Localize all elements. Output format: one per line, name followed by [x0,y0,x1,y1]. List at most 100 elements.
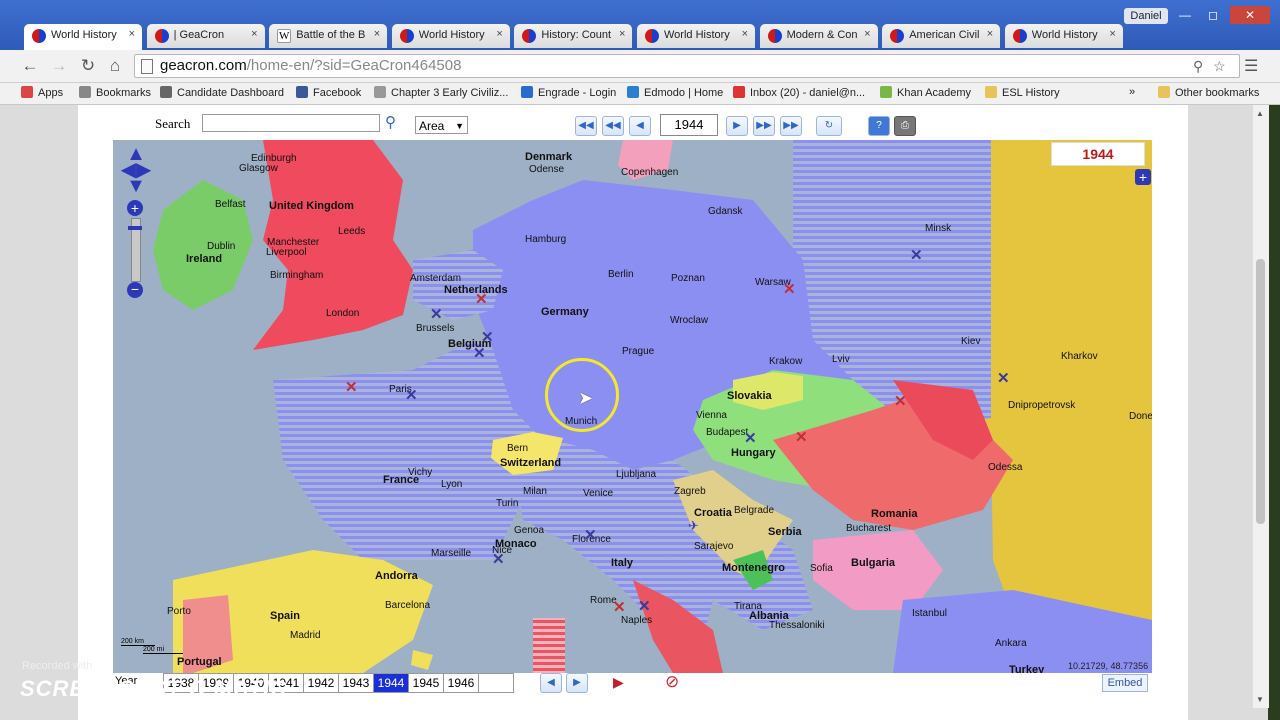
city-label[interactable]: Prague [622,346,654,357]
play-icon[interactable]: ▶ [613,674,624,691]
zoom-in-icon[interactable]: + [127,200,143,216]
last-year-button[interactable]: ▶▶ [780,116,802,136]
more-bookmarks-button[interactable]: » [1129,86,1135,98]
area-select[interactable]: Area ▼ [415,116,468,134]
browser-tab[interactable]: World History × [1004,24,1123,48]
bookmark-item[interactable]: Facebook [296,86,361,99]
city-label[interactable]: Budapest [706,427,748,438]
timeline-prev-icon[interactable]: ◀ [540,673,562,693]
reload-icon[interactable]: ↻ [77,56,99,76]
tab-close-icon[interactable]: × [742,28,748,40]
country-label[interactable]: Portugal [177,656,222,668]
city-label[interactable]: Madrid [290,630,321,641]
timeline-year[interactable]: 1945 [408,673,444,693]
close-window-button[interactable]: ✕ [1230,6,1270,24]
timeline-next-icon[interactable]: ▶ [566,673,588,693]
bookmark-item[interactable]: Khan Academy [880,86,971,99]
bookmark-item[interactable]: Apps [21,86,63,99]
tab-close-icon[interactable]: × [251,28,257,40]
scroll-up-icon[interactable]: ▲ [1256,109,1264,118]
city-label[interactable]: Barcelona [385,600,430,611]
city-label[interactable]: Wroclaw [670,315,708,326]
country-label[interactable]: Spain [270,610,300,622]
city-label[interactable]: Amsterdam [410,273,461,284]
timeline-year[interactable]: 1944 [373,673,409,693]
battle-marker[interactable]: ✕ [638,597,651,615]
country-label[interactable]: Italy [611,557,633,569]
city-label[interactable]: Tirana [734,601,762,612]
timeline-year[interactable]: 1943 [338,673,374,693]
city-label[interactable]: Birmingham [270,270,323,281]
star-icon[interactable]: ☆ [1213,55,1226,77]
city-label[interactable]: Poznan [671,273,705,284]
browser-tab[interactable]: World History × [24,24,142,50]
city-label[interactable]: Copenhagen [621,167,678,178]
city-label[interactable]: Kharkov [1061,351,1098,362]
chrome-menu-icon[interactable]: ☰ [1244,56,1258,76]
bookmark-item[interactable]: Engrade - Login [521,86,616,99]
country-label[interactable]: Romania [871,508,917,520]
first-year-button[interactable]: ◀◀ [575,116,597,136]
city-label[interactable]: Dublin [207,241,235,252]
city-label[interactable]: Liverpool [266,247,307,258]
city-label[interactable]: Thessaloniki [769,620,825,631]
timeline-year[interactable]: 1946 [443,673,479,693]
timeline-year[interactable]: 1942 [303,673,339,693]
country-label[interactable]: Bulgaria [851,557,895,569]
print-icon[interactable]: ⎙ [894,116,916,136]
battle-marker[interactable]: ✕ [475,290,488,308]
forward-arrow-icon[interactable]: → [48,56,70,76]
airplane-icon[interactable]: ✈ [688,518,699,534]
pan-arrows-icon[interactable]: ▲ ◀▶ ▼ [119,144,153,196]
page-scrollbar[interactable]: ▲ ▼ [1252,105,1269,708]
bookmark-item[interactable]: Bookmarks [79,86,151,99]
country-label[interactable]: Serbia [768,526,802,538]
city-label[interactable]: Odessa [988,462,1022,473]
year-input[interactable]: 1944 [660,114,718,136]
scrollbar-thumb[interactable] [1256,259,1265,524]
battle-marker[interactable]: ✕ [910,246,923,264]
battle-marker[interactable]: ✕ [783,280,796,298]
country-label[interactable]: Croatia [694,507,732,519]
other-bookmarks[interactable]: Other bookmarks [1158,86,1259,99]
country-label[interactable]: Andorra [375,570,418,582]
city-label[interactable]: Glasgow [239,163,278,174]
expand-icon[interactable]: + [1135,169,1151,185]
city-label[interactable]: Vienna [696,410,727,421]
tab-close-icon[interactable]: × [496,28,502,40]
battle-marker[interactable]: ✕ [345,378,358,396]
city-label[interactable]: Ljubljana [616,469,656,480]
tab-close-icon[interactable]: × [619,28,625,40]
bookmark-item[interactable]: Candidate Dashboard [160,86,284,99]
minimize-button[interactable]: — [1172,6,1198,24]
battle-marker[interactable]: ✕ [997,369,1010,387]
tab-close-icon[interactable]: × [864,28,870,40]
country-label[interactable]: Turkey [1009,664,1044,673]
zoom-slider[interactable]: + − [126,200,144,300]
prev-year-button[interactable]: ◀ [629,116,651,136]
city-label[interactable]: Belfast [215,199,246,210]
browser-tab[interactable]: Battle of the B × [269,24,388,48]
country-label[interactable]: United Kingdom [269,200,354,212]
city-label[interactable]: Sarajevo [694,541,733,552]
city-label[interactable]: Kiev [961,336,980,347]
scroll-down-icon[interactable]: ▼ [1256,695,1264,704]
country-label[interactable]: Ireland [186,253,222,265]
browser-tab[interactable]: Modern & Con × [759,24,878,48]
city-label[interactable]: Sofia [810,563,833,574]
country-label[interactable]: Montenegro [722,562,785,574]
city-label[interactable]: London [326,308,359,319]
bookmark-item[interactable]: Inbox (20) - daniel@n... [733,86,865,99]
embed-button[interactable]: Embed [1102,674,1148,692]
help-icon[interactable]: ? [868,116,890,136]
city-label[interactable]: Naples [621,615,652,626]
browser-tab[interactable]: World History × [391,24,510,48]
city-label[interactable]: Venice [583,488,613,499]
city-label[interactable]: Gdansk [708,206,742,217]
home-icon[interactable]: ⌂ [104,56,126,76]
city-label[interactable]: Lviv [832,354,850,365]
city-label[interactable]: Turin [496,498,518,509]
profile-button[interactable]: Daniel [1124,8,1168,24]
battle-marker[interactable]: ✕ [430,305,443,323]
country-label[interactable]: Denmark [525,151,572,163]
